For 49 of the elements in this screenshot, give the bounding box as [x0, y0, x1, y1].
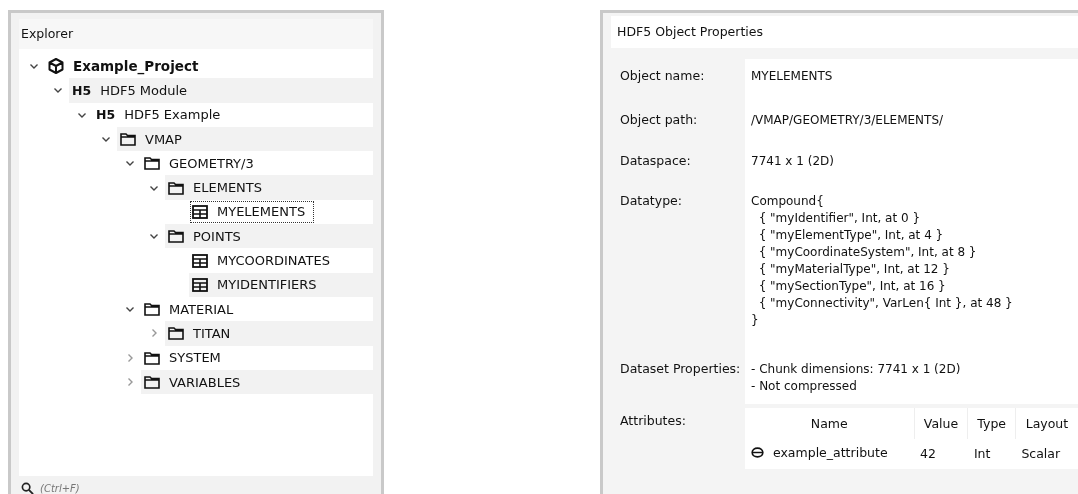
field-value: MYELEMENTS [751, 68, 833, 85]
format-label: H5 [72, 82, 92, 98]
chevron-right-icon[interactable] [149, 328, 159, 339]
database-icon [751, 447, 764, 458]
tree-item[interactable]: VARIABLES [141, 369, 373, 395]
column-header[interactable]: Layout [1015, 408, 1078, 439]
format-label: H5 [96, 107, 116, 123]
folder-icon [144, 302, 160, 317]
column-header[interactable]: Value [914, 408, 968, 439]
cube-icon [48, 58, 64, 75]
tree-item[interactable]: ELEMENTS [165, 175, 373, 200]
chevron-right-icon[interactable] [125, 352, 135, 363]
search-icon [21, 481, 34, 494]
table-cell: 42 [920, 445, 936, 461]
tree-item[interactable]: VMAP [117, 126, 373, 152]
field-label: Object name: [619, 67, 706, 85]
folder-icon [144, 156, 160, 171]
table-icon [192, 253, 208, 268]
field-value: 7741 x 1 (2D) [751, 153, 834, 170]
tree-item[interactable]: H5 HDF5 Module [69, 78, 373, 103]
field-value: - Chunk dimensions: 7741 x 1 (2D) - Not compressed [751, 361, 961, 395]
table-icon [192, 277, 208, 292]
field-label: Dataset Properties: [619, 360, 742, 378]
tree-item[interactable]: MYELEMENTS [189, 199, 316, 225]
folder-icon [168, 326, 184, 341]
tree-item[interactable]: MYIDENTIFIERS [189, 272, 373, 297]
folder-icon [144, 350, 160, 365]
chevron-right-icon[interactable] [125, 377, 135, 387]
tree-item[interactable]: POINTS [165, 224, 373, 249]
field-value: Compound{ { "myIdentifier", Int, at 0 } { "myElementType", Int, at 4 } { "myCoordinateSystem", Int, at 8 } { "myMaterialType", Int, at 12 } { "mySectionType", Int, at 16 } { "myConnectivity", VarLen{ Int }, at 48 } } [751, 193, 1013, 329]
panel-title: Explorer [19, 19, 373, 49]
table-icon [192, 204, 208, 219]
column-header[interactable]: Type [967, 408, 1016, 439]
folder-icon [168, 229, 184, 244]
field-label: Object path: [619, 111, 699, 129]
column-header[interactable]: Name [745, 408, 915, 439]
table-cell: Scalar [1021, 445, 1061, 461]
folder-icon [144, 375, 160, 389]
field-value: /VMAP/GEOMETRY/3/ELEMENTS/ [751, 112, 944, 129]
field-label: Dataspace: [619, 152, 692, 170]
folder-icon [168, 180, 184, 195]
field-label: Datatype: [619, 192, 683, 210]
search-field[interactable]: (Ctrl+F) [40, 482, 160, 494]
table-cell: Int [973, 445, 991, 461]
field-label: Attributes: [619, 412, 687, 430]
panel-title: HDF5 Object Properties [611, 16, 1078, 48]
folder-icon [120, 132, 136, 147]
table-cell: example_attribute [773, 445, 888, 460]
tree-item[interactable]: TITAN [165, 321, 373, 346]
